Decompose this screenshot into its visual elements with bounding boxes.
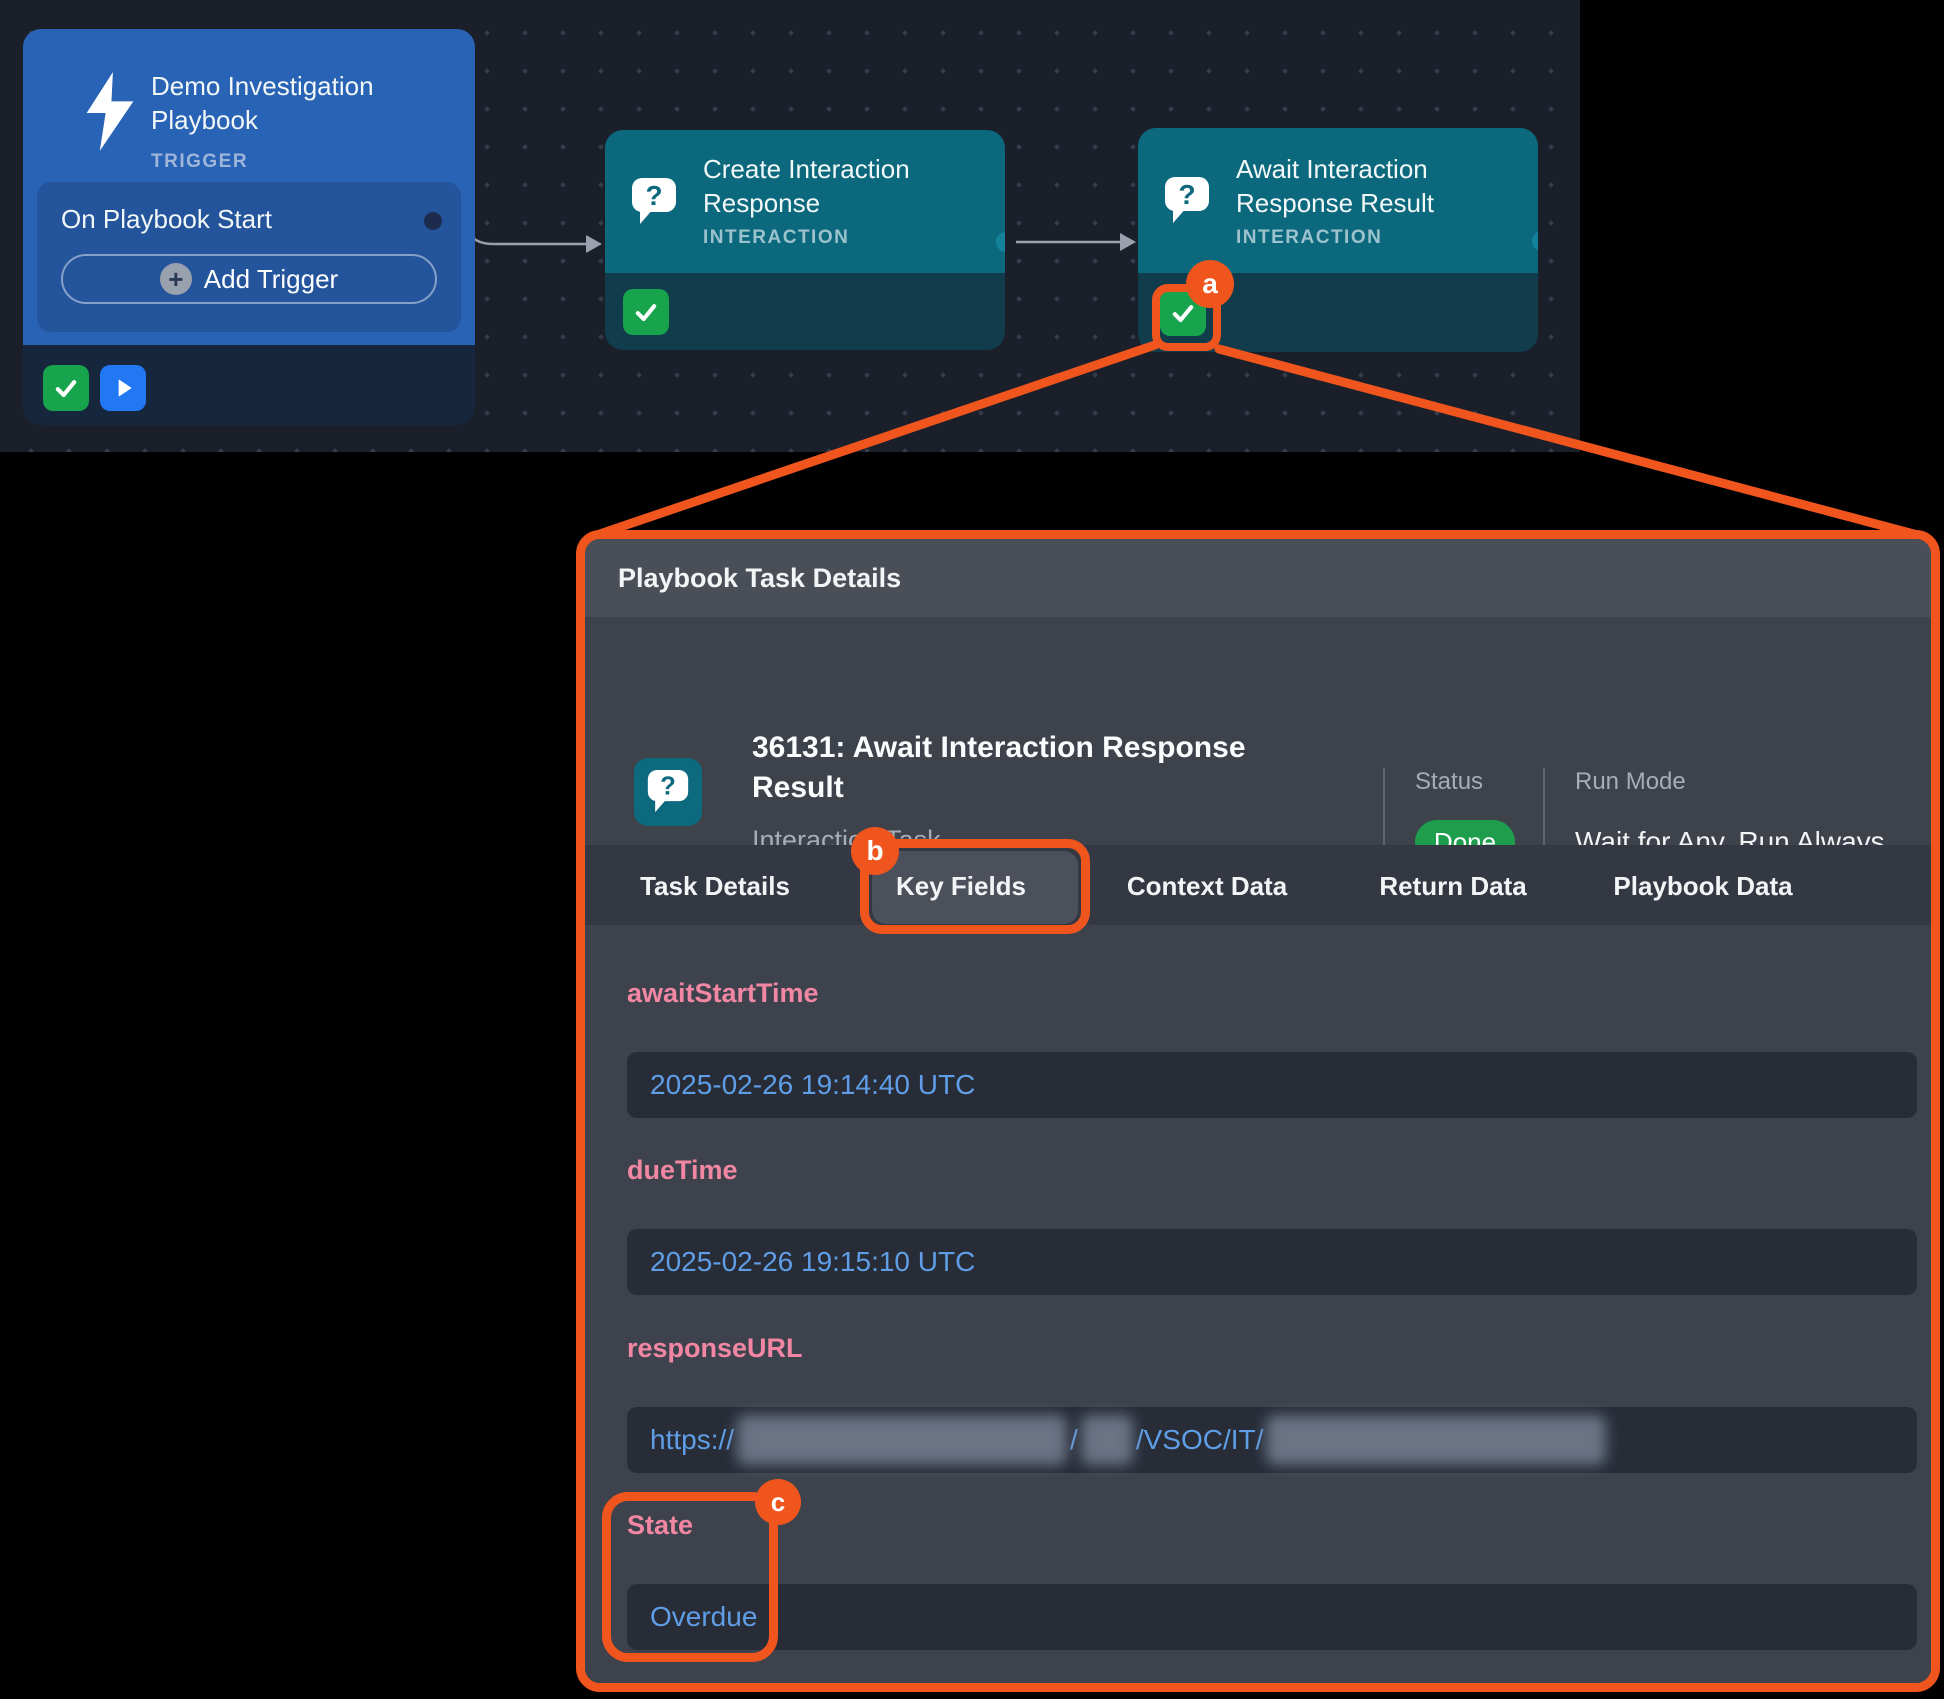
play-icon (110, 375, 136, 401)
trigger-row[interactable]: On Playbook Start + Add Trigger (37, 182, 461, 332)
field-value-text: 2025-02-26 19:14:40 UTC (650, 1069, 975, 1101)
trigger-node[interactable]: Demo Investigation Playbook TRIGGER On P… (23, 29, 475, 425)
await-node-body: ? Await Interaction Response Result INTE… (1138, 128, 1538, 273)
node-type-label: INTERACTION (703, 227, 849, 249)
annotation-badge-a: a (1186, 260, 1234, 308)
await-interaction-node[interactable]: ? Await Interaction Response Result INTE… (1138, 128, 1538, 352)
field-value-duetime: 2025-02-26 19:15:10 UTC (627, 1229, 1917, 1295)
interaction-task-icon: ? (634, 758, 702, 826)
create-node-body: ? Create Interaction Response INTERACTIO… (605, 130, 1005, 273)
svg-text:?: ? (645, 180, 662, 211)
chat-question-icon: ? (1163, 175, 1211, 227)
svg-text:?: ? (660, 773, 676, 801)
annotation-ring-c (602, 1492, 778, 1662)
lightning-icon (75, 69, 145, 157)
field-label-awaitstarttime: awaitStartTime (627, 978, 819, 1009)
create-interaction-node[interactable]: ? Create Interaction Response INTERACTIO… (605, 130, 1005, 350)
status-label: Status (1415, 768, 1483, 796)
url-separator-text: / (1070, 1424, 1078, 1456)
add-trigger-label: Add Trigger (204, 264, 338, 295)
chat-question-icon: ? (630, 176, 678, 228)
key-fields-content: awaitStartTime 2025-02-26 19:14:40 UTC d… (585, 925, 1931, 1683)
trigger-node-body: Demo Investigation Playbook TRIGGER On P… (23, 29, 475, 345)
check-icon (632, 298, 660, 326)
panel-title-bar: Playbook Task Details (585, 539, 1931, 617)
tab-playbook-data[interactable]: Playbook Data (1613, 871, 1792, 902)
success-status-button[interactable] (623, 289, 669, 335)
trigger-row-label: On Playbook Start (61, 202, 272, 236)
task-title: 36131: Await Interaction Response Result (752, 728, 1312, 808)
add-trigger-button[interactable]: + Add Trigger (61, 254, 437, 304)
task-details-panel: Playbook Task Details ? 36131: Await Int… (576, 530, 1940, 1692)
workflow-canvas: Demo Investigation Playbook TRIGGER On P… (0, 0, 1580, 452)
node-type-label: TRIGGER (151, 151, 248, 173)
node-title: Demo Investigation Playbook (151, 69, 461, 137)
trigger-node-footer (23, 345, 475, 425)
tab-context-data[interactable]: Context Data (1127, 871, 1287, 902)
annotation-badge-c: c (755, 1479, 801, 1525)
play-button[interactable] (100, 365, 146, 411)
svg-text:?: ? (1178, 179, 1195, 210)
task-info-section: ? 36131: Await Interaction Response Resu… (585, 617, 1931, 845)
redacted-segment (1081, 1415, 1133, 1465)
redacted-token (1266, 1415, 1606, 1465)
field-value-text: 2025-02-26 19:15:10 UTC (650, 1246, 975, 1278)
tab-return-data[interactable]: Return Data (1379, 871, 1526, 902)
url-path-text: /VSOC/IT/ (1136, 1424, 1264, 1456)
plus-icon: + (160, 263, 192, 295)
create-node-footer (605, 273, 1005, 350)
field-value-responseurl: https:// / /VSOC/IT/ (627, 1407, 1917, 1473)
panel-title: Playbook Task Details (618, 563, 901, 593)
field-label-responseurl: responseURL (627, 1333, 803, 1364)
run-mode-label: Run Mode (1575, 768, 1686, 796)
node-title: Create Interaction Response (703, 152, 973, 220)
redacted-hostname (737, 1415, 1067, 1465)
output-port[interactable] (424, 212, 442, 230)
field-label-duetime: dueTime (627, 1155, 738, 1186)
check-icon (52, 374, 80, 402)
node-title: Await Interaction Response Result (1236, 152, 1506, 220)
annotation-badge-b: b (851, 827, 899, 875)
node-type-label: INTERACTION (1236, 227, 1382, 249)
field-value-state: Overdue (627, 1584, 1917, 1650)
run-success-button[interactable] (43, 365, 89, 411)
url-prefix-text: https:// (650, 1424, 734, 1456)
tab-task-details[interactable]: Task Details (640, 871, 790, 902)
field-value-awaitstarttime: 2025-02-26 19:14:40 UTC (627, 1052, 1917, 1118)
